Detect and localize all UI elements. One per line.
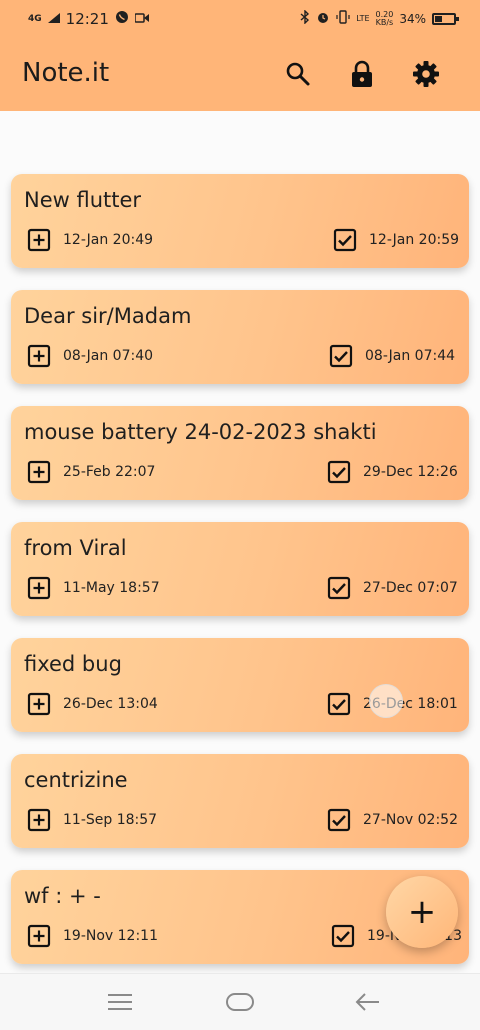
app-bar: 4G 12:21 LTE 0.20 KB/s 34% Note.it	[0, 0, 480, 111]
note-title: New flutter	[24, 188, 142, 212]
data-speed-unit: KB/s	[375, 18, 394, 27]
note-edited-date: 08-Jan 07:44	[365, 348, 456, 364]
check-box-icon	[331, 924, 355, 948]
note-card[interactable]: from Viral 11-May 18:57 27-Dec 07:07	[11, 522, 469, 616]
back-icon[interactable]	[352, 990, 382, 1014]
vibrate-icon	[336, 10, 350, 28]
bluetooth-icon	[300, 9, 310, 28]
notes-list[interactable]: New flutter 12-Jan 20:49 12-Jan 20:59 De…	[0, 111, 480, 973]
note-title: wf : + -	[24, 884, 101, 908]
check-box-icon	[327, 808, 351, 832]
video-icon	[134, 11, 149, 27]
status-bar: 4G 12:21 LTE 0.20 KB/s 34%	[0, 0, 480, 38]
note-card[interactable]: centrizine 11-Sep 18:57 27-Nov 02:52	[11, 754, 469, 848]
add-note-button[interactable]: +	[386, 876, 458, 948]
add-box-icon	[27, 228, 51, 252]
system-nav-bar	[0, 973, 480, 1030]
note-created-date: 11-May 18:57	[63, 580, 160, 596]
note-edited-date: 27-Dec 07:07	[363, 580, 458, 596]
check-box-icon	[329, 344, 353, 368]
add-box-icon	[27, 576, 51, 600]
add-box-icon	[27, 344, 51, 368]
data-speed: 0.20 KB/s	[376, 11, 394, 27]
note-title: from Viral	[24, 536, 127, 560]
check-box-icon	[327, 460, 351, 484]
lock-icon[interactable]	[346, 58, 378, 90]
note-created-date: 26-Dec 13:04	[63, 696, 158, 712]
battery-icon	[432, 13, 459, 25]
status-time: 12:21	[65, 10, 109, 28]
note-title: fixed bug	[24, 652, 122, 676]
note-created-date: 12-Jan 20:49	[63, 232, 154, 248]
note-edited-date: 29-Dec 12:26	[363, 464, 458, 480]
note-created-date: 08-Jan 07:40	[63, 348, 154, 364]
note-card[interactable]: Dear sir/Madam 08-Jan 07:40 08-Jan 07:44	[11, 290, 469, 384]
network-type: LTE	[356, 14, 370, 23]
signal-icon	[47, 11, 60, 27]
app-title: Note.it	[22, 58, 110, 88]
add-box-icon	[27, 460, 51, 484]
settings-icon[interactable]	[410, 58, 442, 90]
add-box-icon	[27, 692, 51, 716]
note-card[interactable]: fixed bug 26-Dec 13:04 26-Dec 18:01	[11, 638, 469, 732]
search-icon[interactable]	[282, 58, 314, 90]
note-card[interactable]: New flutter 12-Jan 20:49 12-Jan 20:59	[11, 174, 469, 268]
check-box-icon	[333, 228, 357, 252]
note-title: centrizine	[24, 768, 128, 792]
note-edited-date: 27-Nov 02:52	[363, 812, 458, 828]
add-icon: +	[407, 892, 437, 932]
network-label: 4G	[28, 14, 42, 24]
note-card[interactable]: mouse battery 24-02-2023 shakti 25-Feb 2…	[11, 406, 469, 500]
note-created-date: 19-Nov 12:11	[63, 928, 158, 944]
home-icon[interactable]	[224, 990, 256, 1014]
alarm-icon	[316, 10, 330, 28]
battery-percent: 34%	[399, 12, 426, 26]
note-created-date: 11-Sep 18:57	[63, 812, 158, 828]
check-box-icon	[327, 692, 351, 716]
check-box-icon	[327, 576, 351, 600]
add-box-icon	[27, 808, 51, 832]
note-created-date: 25-Feb 22:07	[63, 464, 156, 480]
touch-indicator	[369, 684, 403, 718]
whatsapp-icon	[115, 10, 129, 28]
note-title: mouse battery 24-02-2023 shakti	[24, 420, 377, 444]
note-title: Dear sir/Madam	[24, 304, 192, 328]
add-box-icon	[27, 924, 51, 948]
recents-icon[interactable]	[105, 990, 135, 1014]
note-edited-date: 12-Jan 20:59	[369, 232, 460, 248]
